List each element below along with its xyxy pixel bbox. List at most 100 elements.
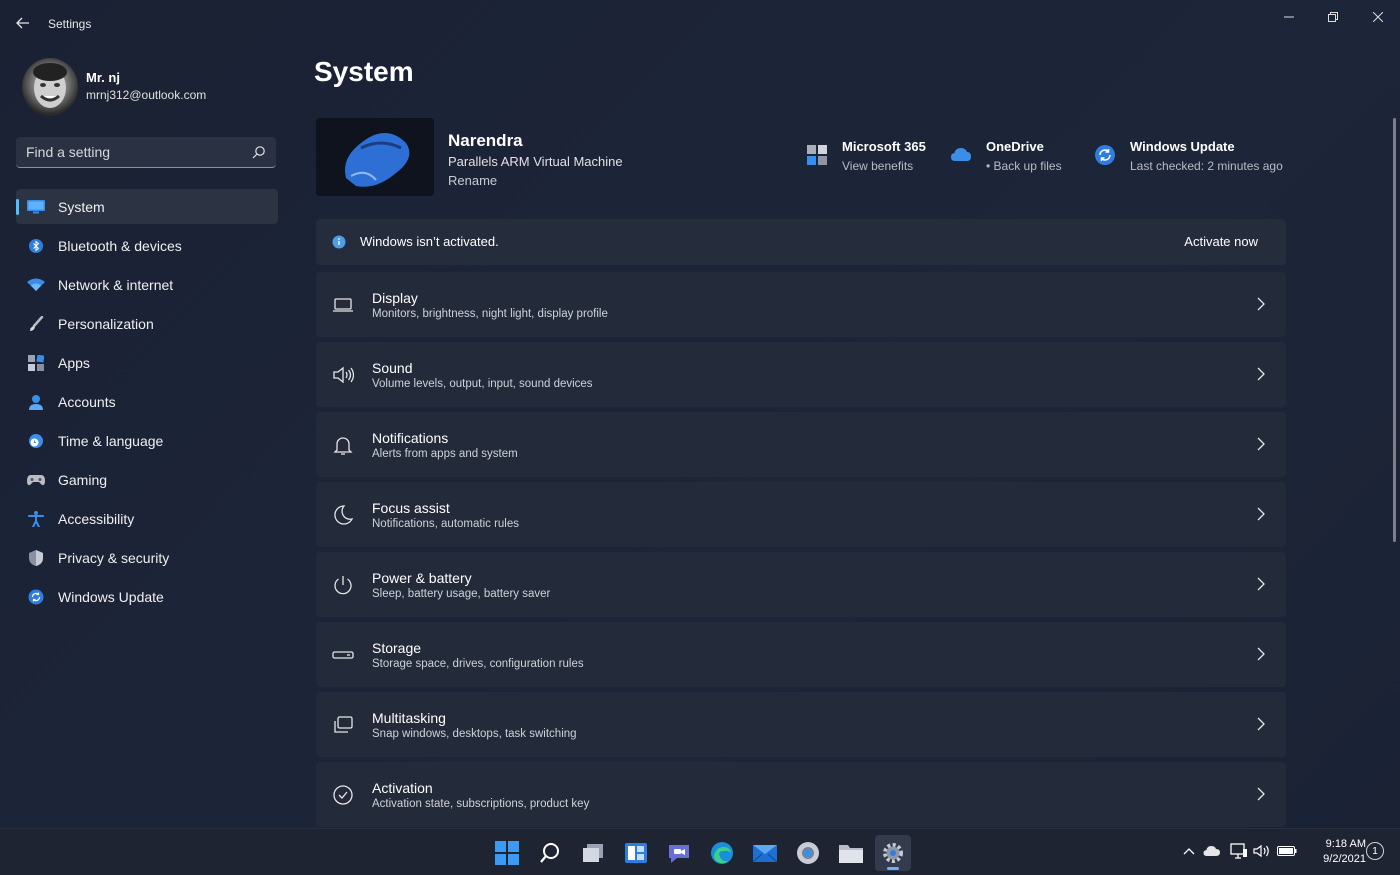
edge-icon bbox=[711, 842, 733, 864]
network-tray-button[interactable] bbox=[1229, 841, 1249, 861]
sidebar-item-bluetooth-devices[interactable]: Bluetooth & devices bbox=[16, 228, 278, 263]
sidebar-item-time-language[interactable]: Time & language bbox=[16, 423, 278, 458]
chevron-right-icon bbox=[1257, 437, 1265, 451]
user-profile[interactable]: Mr. nj mrnj312@outlook.com bbox=[18, 56, 278, 118]
power-icon bbox=[334, 576, 352, 595]
mail-button[interactable] bbox=[747, 835, 783, 871]
row-subtitle: Storage space, drives, configuration rul… bbox=[372, 658, 584, 670]
info-icon bbox=[332, 235, 346, 249]
task-view-button[interactable] bbox=[575, 835, 611, 871]
sidebar-item-label: Windows Update bbox=[58, 588, 164, 605]
settings-app-button[interactable] bbox=[875, 835, 911, 871]
moon-icon bbox=[334, 505, 354, 525]
volume-tray-button[interactable] bbox=[1252, 841, 1272, 861]
activate-now-button[interactable]: Activate now bbox=[1184, 234, 1258, 249]
row-subtitle: Activation state, subscriptions, product… bbox=[372, 798, 590, 810]
settings-row-multitasking[interactable]: Multitasking Snap windows, desktops, tas… bbox=[316, 692, 1286, 757]
sidebar-item-personalization[interactable]: Personalization bbox=[16, 306, 278, 341]
widgets-icon bbox=[625, 843, 647, 863]
chrome-button[interactable] bbox=[790, 835, 826, 871]
onedrive-title: OneDrive bbox=[986, 139, 1044, 154]
close-button[interactable] bbox=[1361, 6, 1395, 28]
minimize-button[interactable] bbox=[1272, 6, 1306, 28]
sidebar-item-label: Network & internet bbox=[58, 276, 174, 293]
settings-row-focus-assist[interactable]: Focus assist Notifications, automatic ru… bbox=[316, 482, 1286, 547]
sidebar-item-network-internet[interactable]: Network & internet bbox=[16, 267, 278, 302]
restore-button[interactable] bbox=[1316, 6, 1350, 28]
onedrive-subtitle: • Back up files bbox=[986, 159, 1062, 173]
sidebar-item-gaming[interactable]: Gaming bbox=[16, 462, 278, 497]
search-box[interactable] bbox=[16, 137, 276, 168]
volume-icon bbox=[1253, 844, 1269, 858]
back-arrow-icon bbox=[16, 17, 29, 29]
storage-icon bbox=[332, 651, 354, 659]
sidebar-item-privacy-security[interactable]: Privacy & security bbox=[16, 540, 278, 575]
settings-row-notifications[interactable]: Notifications Alerts from apps and syste… bbox=[316, 412, 1286, 477]
display-icon bbox=[333, 298, 353, 312]
sidebar-item-windows-update[interactable]: Windows Update bbox=[16, 579, 278, 614]
sidebar-item-apps[interactable]: Apps bbox=[16, 345, 278, 380]
activation-message: Windows isn’t activated. bbox=[360, 234, 499, 249]
row-subtitle: Sleep, battery usage, battery saver bbox=[372, 588, 551, 600]
wallpaper-image bbox=[316, 118, 434, 196]
back-button[interactable] bbox=[10, 10, 36, 36]
chevron-right-icon bbox=[1257, 367, 1265, 381]
sidebar-item-label: Time & language bbox=[58, 432, 164, 449]
chat-button[interactable] bbox=[661, 835, 697, 871]
mail-icon bbox=[752, 845, 778, 863]
row-subtitle: Notifications, automatic rules bbox=[372, 518, 520, 530]
taskbar-search-button[interactable] bbox=[532, 835, 568, 871]
onedrive-icon bbox=[1203, 846, 1220, 856]
edge-button[interactable] bbox=[704, 835, 740, 871]
sidebar-item-label: Accessibility bbox=[58, 510, 135, 527]
settings-row-sound[interactable]: Sound Volume levels, output, input, soun… bbox=[316, 342, 1286, 407]
notification-center-button[interactable]: 1 bbox=[1366, 842, 1384, 860]
sidebar-nav: System Bluetooth & devices Network & int… bbox=[16, 189, 278, 618]
widgets-button[interactable] bbox=[618, 835, 654, 871]
wifi-icon bbox=[26, 275, 46, 295]
row-title: Multitasking bbox=[372, 710, 446, 726]
update-icon bbox=[26, 587, 46, 607]
battery-icon bbox=[1277, 846, 1297, 856]
settings-row-storage[interactable]: Storage Storage space, drives, configura… bbox=[316, 622, 1286, 687]
settings-row-display[interactable]: Display Monitors, brightness, night ligh… bbox=[316, 272, 1286, 337]
start-button[interactable] bbox=[489, 835, 525, 871]
rename-link[interactable]: Rename bbox=[448, 173, 497, 188]
row-title: Power & battery bbox=[372, 570, 472, 586]
settings-row-activation[interactable]: Activation Activation state, subscriptio… bbox=[316, 762, 1286, 827]
brush-icon bbox=[26, 314, 46, 334]
windows-update-tile[interactable]: Windows Update Last checked: 2 minutes a… bbox=[1094, 138, 1284, 178]
bell-icon bbox=[333, 437, 353, 455]
title-bar: Settings bbox=[0, 0, 1400, 46]
gamepad-icon bbox=[26, 470, 46, 490]
sidebar-item-system[interactable]: System bbox=[16, 189, 278, 224]
sidebar-item-accounts[interactable]: Accounts bbox=[16, 384, 278, 419]
chrome-icon bbox=[797, 842, 819, 864]
sidebar-item-label: System bbox=[58, 198, 105, 215]
show-hidden-icons-button[interactable] bbox=[1179, 841, 1199, 861]
onedrive-tile[interactable]: OneDrive • Back up files bbox=[950, 138, 1080, 178]
scrollbar[interactable] bbox=[1393, 118, 1396, 542]
row-title: Focus assist bbox=[372, 500, 450, 516]
clock[interactable]: 9:18 AM 9/2/2021 bbox=[1308, 837, 1366, 867]
battery-tray-button[interactable] bbox=[1277, 841, 1297, 861]
sidebar-item-accessibility[interactable]: Accessibility bbox=[16, 501, 278, 536]
apps-icon bbox=[26, 353, 46, 373]
windows-update-title: Windows Update bbox=[1130, 139, 1235, 154]
sidebar-item-label: Personalization bbox=[58, 315, 154, 332]
file-explorer-button[interactable] bbox=[833, 835, 869, 871]
search-input[interactable] bbox=[26, 144, 236, 160]
settings-row-power-battery[interactable]: Power & battery Sleep, battery usage, ba… bbox=[316, 552, 1286, 617]
microsoft365-tile[interactable]: Microsoft 365 View benefits bbox=[806, 138, 946, 178]
row-subtitle: Volume levels, output, input, sound devi… bbox=[372, 378, 593, 390]
bluetooth-icon bbox=[26, 236, 46, 256]
search-icon[interactable] bbox=[252, 145, 266, 159]
device-model: Parallels ARM Virtual Machine bbox=[448, 154, 623, 169]
device-wallpaper-thumbnail[interactable] bbox=[316, 118, 434, 196]
settings-list: Display Monitors, brightness, night ligh… bbox=[316, 272, 1286, 827]
microsoft365-subtitle: View benefits bbox=[842, 159, 914, 173]
task-view-icon bbox=[583, 844, 603, 862]
accessibility-icon bbox=[26, 509, 46, 529]
device-info: Narendra Parallels ARM Virtual Machine R… bbox=[316, 118, 1286, 198]
onedrive-tray-button[interactable] bbox=[1202, 841, 1222, 861]
